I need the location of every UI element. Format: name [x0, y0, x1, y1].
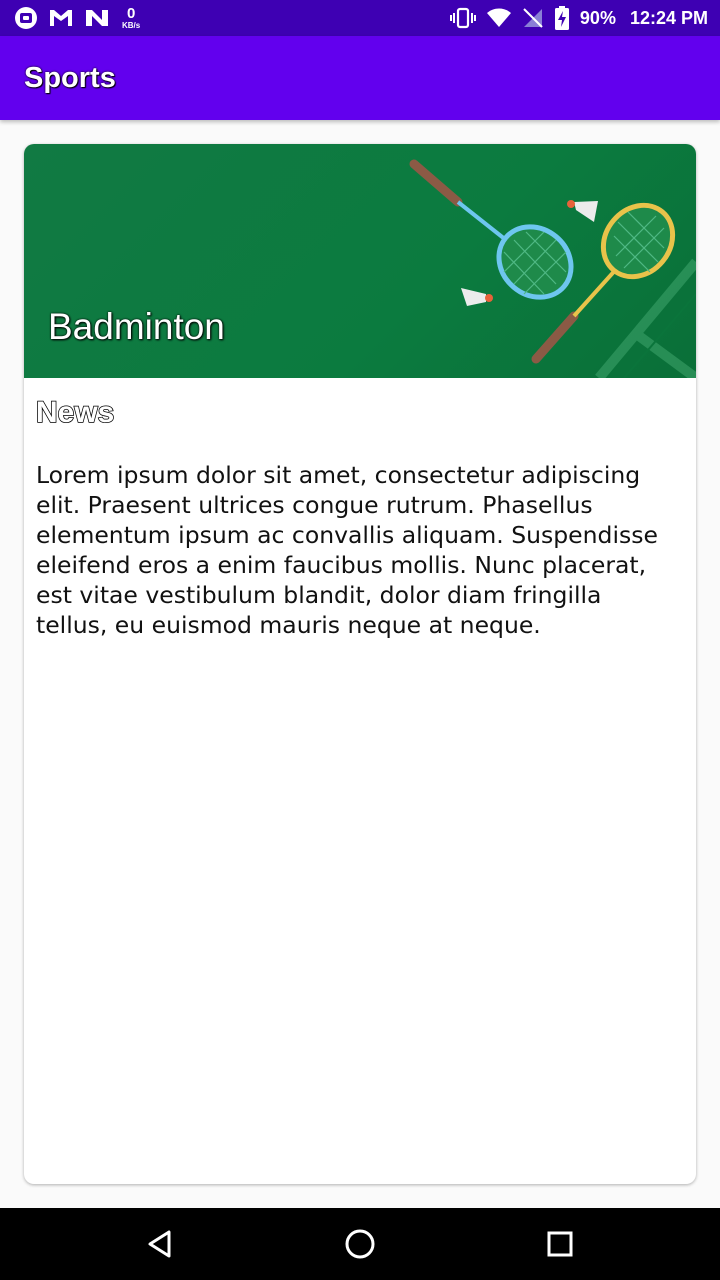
status-bar: 0 KB/s 90% 12:24 PM	[0, 0, 720, 36]
status-clock: 12:24 PM	[629, 7, 708, 28]
gmail-icon	[48, 8, 74, 28]
card-banner: Badminton	[24, 144, 696, 378]
shuttlecock-icon-2	[567, 200, 598, 222]
screen: 0 KB/s 90% 12:24 PM Sports Badminton New…	[0, 0, 720, 1280]
vibrate-icon	[449, 7, 476, 29]
app-bar: Sports	[0, 36, 720, 120]
recents-icon[interactable]	[530, 1214, 590, 1274]
sport-card[interactable]: Badminton News Lorem ipsum dolor sit ame…	[24, 144, 696, 1184]
network-speed-value: 0	[126, 5, 136, 22]
card-banner-title: Badminton	[48, 306, 225, 347]
wifi-icon	[486, 7, 512, 29]
battery-percentage: 90%	[579, 7, 616, 28]
no-sim-icon	[522, 7, 544, 29]
network-speed: 0 KB/s	[122, 6, 140, 30]
home-icon[interactable]	[330, 1214, 390, 1274]
card-body: News Lorem ipsum dolor sit amet, consect…	[24, 378, 696, 656]
blue-racket-icon	[409, 159, 574, 300]
battery-charging-icon	[554, 6, 570, 30]
navigation-bar	[0, 1208, 720, 1280]
app-title: Sports	[24, 61, 116, 94]
network-speed-unit: KB/s	[122, 21, 141, 30]
court-lines-icon	[595, 258, 696, 378]
card-section-title: News	[35, 395, 115, 430]
app-notification-icon	[14, 6, 38, 30]
status-right: 90% 12:24 PM	[449, 6, 708, 30]
status-left: 0 KB/s	[14, 6, 140, 30]
n-app-icon	[84, 8, 110, 28]
card-body-text: Lorem ipsum dolor sit amet, consectetur …	[36, 461, 658, 639]
back-icon[interactable]	[130, 1214, 190, 1274]
shuttlecock-icon	[461, 288, 493, 306]
